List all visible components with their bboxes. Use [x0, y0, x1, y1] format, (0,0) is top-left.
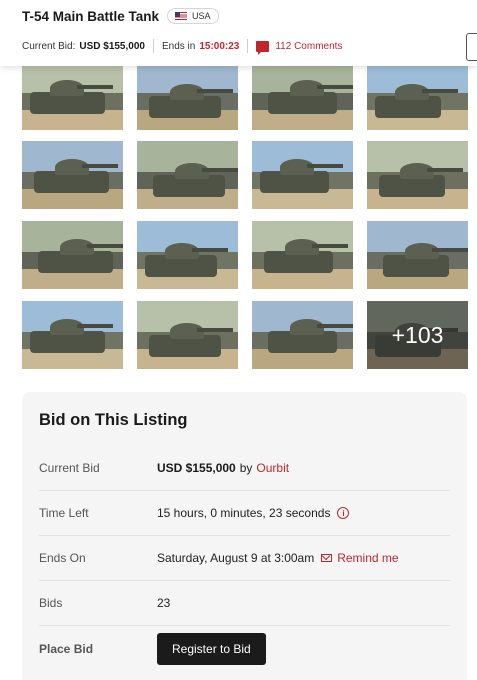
- gallery-thumbnail[interactable]: [367, 141, 468, 209]
- bids-row: Bids 23: [39, 581, 450, 626]
- tank-barrel: [427, 168, 463, 172]
- us-flag-icon: [175, 12, 188, 20]
- time-left-value: 15 hours, 0 minutes, 23 seconds: [157, 506, 331, 520]
- ends-on-value: Saturday, August 9 at 3:00am: [157, 551, 315, 565]
- tank-barrel: [317, 324, 353, 328]
- gallery-thumbnail[interactable]: [137, 62, 238, 130]
- country-badge[interactable]: USA: [167, 8, 219, 24]
- listing-title: T-54 Main Battle Tank: [22, 8, 160, 24]
- tank-barrel: [312, 244, 348, 248]
- title-row: T-54 Main Battle Tank USA: [22, 8, 219, 24]
- countdown-timer: 15:00:23: [199, 40, 240, 52]
- tank-barrel: [82, 164, 118, 168]
- tank-barrel: [307, 164, 343, 168]
- bidder-link[interactable]: Ourbit: [256, 461, 289, 475]
- comment-icon[interactable]: [256, 40, 270, 55]
- time-left-label: Time Left: [39, 506, 89, 520]
- current-bid-label: Current Bid:: [22, 40, 76, 52]
- current-bid-value: USD $155,000: [79, 40, 145, 52]
- tank-barrel: [317, 85, 353, 89]
- gallery-thumbnail[interactable]: [252, 301, 353, 369]
- gallery-thumbnail[interactable]: [367, 221, 468, 289]
- place-bid-label: Place Bid: [39, 641, 94, 656]
- place-bid-action: Register to Bid: [157, 632, 266, 665]
- current-bid-row-value: USD $155,000 by Ourbit: [157, 461, 289, 475]
- bid-panel-heading: Bid on This Listing: [39, 411, 188, 429]
- bids-label: Bids: [39, 596, 63, 610]
- divider: [152, 39, 154, 53]
- ends-in-label: Ends in: [161, 40, 196, 52]
- gallery-thumbnail[interactable]: [252, 221, 353, 289]
- tank-barrel: [77, 324, 113, 328]
- tank-barrel: [77, 85, 113, 89]
- register-to-bid-button[interactable]: Register to Bid: [157, 632, 266, 665]
- tank-barrel: [197, 328, 233, 332]
- photo-gallery: +103: [22, 62, 468, 370]
- current-bid-amount: USD $155,000: [157, 461, 236, 475]
- gallery-thumbnail[interactable]: +103: [367, 301, 468, 369]
- tank-barrel: [87, 244, 123, 248]
- current-bid-row-label: Current Bid: [39, 461, 100, 475]
- divider: [247, 39, 249, 53]
- comments-link[interactable]: 112 Comments: [275, 41, 342, 52]
- gallery-thumbnail[interactable]: [22, 221, 123, 289]
- watch-button[interactable]: [466, 33, 477, 61]
- tank-barrel: [432, 248, 468, 252]
- gallery-thumbnail[interactable]: [137, 221, 238, 289]
- tank-barrel: [422, 89, 458, 93]
- current-bid-row: Current Bid USD $155,000 by Ourbit: [39, 446, 450, 491]
- more-photos-overlay[interactable]: +103: [367, 301, 468, 369]
- listing-header: T-54 Main Battle Tank USA Current Bid: U…: [0, 0, 477, 66]
- ends-on-row-value: Saturday, August 9 at 3:00am Remind me: [157, 551, 399, 565]
- gallery-thumbnail[interactable]: [252, 141, 353, 209]
- tank-barrel: [197, 89, 233, 93]
- tank-barrel: [202, 168, 238, 172]
- gallery-thumbnail[interactable]: [22, 62, 123, 130]
- ends-on-label: Ends On: [39, 551, 86, 565]
- envelope-icon[interactable]: [321, 554, 333, 562]
- time-left-row-value: 15 hours, 0 minutes, 23 seconds i: [157, 506, 350, 520]
- gallery-thumbnail[interactable]: [22, 301, 123, 369]
- time-left-row: Time Left 15 hours, 0 minutes, 23 second…: [39, 491, 450, 536]
- remind-me-link[interactable]: Remind me: [337, 551, 398, 565]
- auction-info-bar: Current Bid: USD $155,000 Ends in 15:00:…: [22, 39, 342, 55]
- gallery-thumbnail[interactable]: [367, 62, 468, 130]
- country-label: USA: [192, 11, 211, 21]
- gallery-thumbnail[interactable]: [137, 141, 238, 209]
- tank-barrel: [192, 248, 228, 252]
- place-bid-row: Place Bid Register to Bid: [39, 626, 450, 671]
- bid-panel: Bid on This Listing Current Bid USD $155…: [22, 392, 467, 680]
- ends-on-row: Ends On Saturday, August 9 at 3:00am Rem…: [39, 536, 450, 581]
- gallery-thumbnail[interactable]: [22, 141, 123, 209]
- gallery-thumbnail[interactable]: [137, 301, 238, 369]
- gallery-thumbnail[interactable]: [252, 62, 353, 130]
- by-label: by: [239, 461, 253, 475]
- info-icon[interactable]: i: [337, 507, 350, 519]
- bids-count: 23: [157, 596, 171, 610]
